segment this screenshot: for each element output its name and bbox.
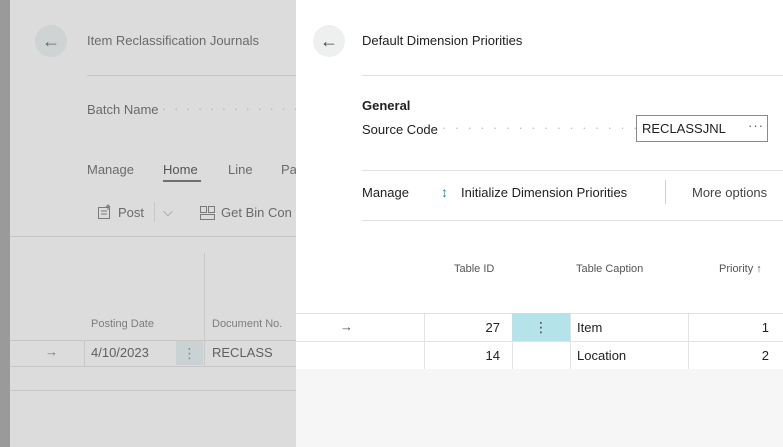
cell-table-id[interactable]: 27	[424, 320, 500, 335]
chevron-down-icon[interactable]: ⌵	[163, 204, 173, 220]
action-bar-bottom-line	[362, 220, 783, 221]
dialog-back-button[interactable]: ←	[313, 25, 345, 57]
general-section-title: General	[362, 98, 411, 113]
bg-row-line-2	[10, 390, 296, 391]
more-options-button[interactable]: More options	[692, 185, 767, 200]
back-arrow-icon: ←	[42, 30, 60, 51]
action-manage[interactable]: Manage	[362, 185, 409, 200]
dialog-title-divider	[362, 75, 783, 76]
bg-row-arrow-icon: →	[45, 344, 58, 359]
row-actions-button[interactable]: ⋮	[512, 313, 570, 341]
action-bar-divider	[665, 180, 666, 204]
bg-tab-home-underline	[163, 180, 201, 182]
col-header-priority[interactable]: Priority ↑	[719, 263, 762, 275]
post-icon	[97, 204, 113, 220]
bg-action-divider	[154, 202, 155, 222]
table-row-line-1	[296, 341, 783, 342]
source-code-label: Source Code	[362, 122, 438, 137]
bg-back-button[interactable]: ←	[35, 25, 67, 57]
initialize-dimension-priorities-button[interactable]: Initialize Dimension Priorities	[461, 185, 627, 200]
bg-row-line	[10, 366, 296, 367]
source-code-assist-button[interactable]: ···	[748, 118, 764, 133]
col-header-table-id[interactable]: Table ID	[454, 263, 494, 275]
background-page	[0, 0, 296, 447]
dialog-title: Default Dimension Priorities	[362, 33, 523, 48]
cell-table-caption[interactable]: Location	[577, 348, 626, 363]
col-header-table-caption[interactable]: Table Caption	[576, 263, 643, 275]
bg-tab-home[interactable]: Home	[163, 162, 198, 177]
cell-priority[interactable]: 2	[688, 348, 769, 363]
cell-table-id[interactable]: 14	[424, 348, 500, 363]
bg-table-header-line	[10, 340, 296, 341]
back-arrow-icon: ←	[320, 30, 338, 51]
action-bar-top-line	[362, 170, 783, 171]
bg-row-separator	[84, 340, 85, 366]
bg-col-posting-date: Posting Date	[91, 318, 154, 330]
sort-updown-icon: ↕	[441, 184, 448, 200]
row-arrow-icon: →	[340, 319, 353, 334]
table-empty-area	[296, 369, 783, 447]
col-sep-3	[570, 313, 571, 369]
bg-batch-leader-dots: · · · · · · · · · · · ·	[162, 101, 300, 116]
bg-post-button[interactable]: Post	[118, 205, 144, 220]
cell-table-caption[interactable]: Item	[577, 320, 602, 335]
source-code-leader-dots: · · · · · · · · · · · · · · · ·	[442, 120, 640, 135]
bg-tab-manage[interactable]: Manage	[87, 162, 134, 177]
bg-cell-posting-date[interactable]: 4/10/2023	[91, 345, 149, 360]
more-vertical-icon: ⋮	[182, 344, 197, 361]
more-vertical-icon: ⋮	[534, 318, 548, 335]
bg-col-separator	[204, 253, 205, 366]
source-code-value: RECLASSJNL	[642, 121, 726, 136]
bg-get-bin-button[interactable]: Get Bin Con	[221, 205, 292, 220]
cell-priority[interactable]: 1	[688, 320, 769, 335]
bg-batch-name-label: Batch Name	[87, 102, 159, 117]
left-edge-strip	[0, 0, 10, 447]
bg-divider	[87, 75, 296, 76]
bg-table-top-line	[10, 236, 296, 237]
bg-col-document-no: Document No.	[212, 318, 283, 330]
bin-contents-icon	[199, 204, 216, 221]
bg-row-actions-button[interactable]: ⋮	[176, 341, 203, 365]
bg-cell-document-no[interactable]: RECLASS	[212, 345, 273, 360]
bg-tab-more[interactable]: Pa	[281, 162, 297, 177]
bg-tab-line[interactable]: Line	[228, 162, 253, 177]
bg-page-title: Item Reclassification Journals	[87, 33, 259, 48]
